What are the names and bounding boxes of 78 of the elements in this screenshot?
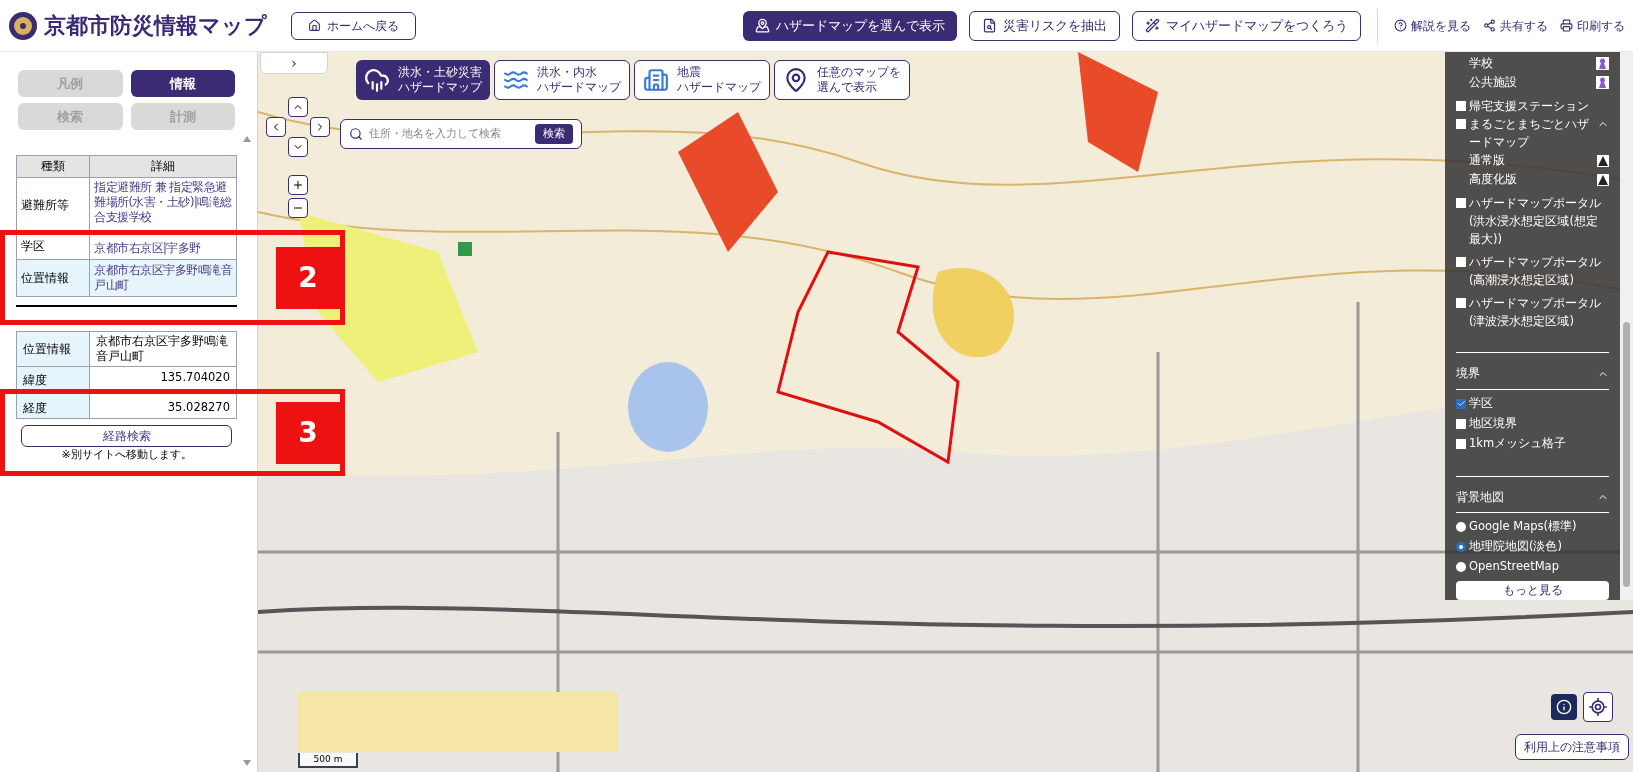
layer-checkbox[interactable]: ハザードマップポータル(高潮浸水想定区域) [1456, 253, 1609, 290]
building-icon [643, 67, 669, 93]
warning-icon [1597, 154, 1609, 167]
scroll-down-icon [243, 760, 251, 766]
pan-down-button[interactable] [288, 137, 308, 157]
plus-icon [292, 179, 304, 191]
header-link[interactable]: 共有する [1483, 16, 1548, 35]
route-search-button[interactable]: 経路検索 [21, 425, 232, 448]
help-icon [1394, 19, 1407, 32]
header-button[interactable]: マイハザードマップをつくろう [1132, 10, 1361, 41]
search-icon [349, 127, 363, 141]
more-button[interactable]: もっと見る [1456, 580, 1609, 600]
table-cell: 35.028270 [90, 394, 236, 419]
notice-button[interactable]: 利用上の注意事項 [1515, 734, 1629, 760]
header-link[interactable]: 解説を見る [1394, 16, 1471, 35]
panel-expand-tab[interactable]: › [260, 52, 328, 74]
home-button[interactable]: ホームへ戻る [291, 11, 416, 40]
legend-label: 高度化版 [1469, 171, 1517, 189]
boundary-checkbox[interactable]: 1kmメッシュ格子 [1456, 433, 1609, 454]
header-button[interactable]: ハザードマップを選んで表示 [743, 10, 957, 41]
document-search-icon [982, 18, 997, 33]
search-button[interactable]: 検索 [535, 124, 573, 144]
annotation-label: 3 [276, 401, 340, 464]
logo-icon [8, 10, 38, 41]
boundary-checkbox[interactable]: 学区 [1456, 393, 1609, 414]
zoom-out-button[interactable] [288, 198, 308, 218]
table-cell: 経度 [17, 394, 89, 419]
table-cell: 位置情報 [17, 260, 89, 297]
hazard-map-tab[interactable]: 洪水・土砂災害 ハザードマップ [356, 60, 490, 100]
pan-right-button[interactable] [310, 117, 330, 137]
figure-icon [1596, 57, 1609, 71]
table-header: 種類 [17, 156, 89, 178]
home-icon [308, 19, 321, 32]
wand-icon [1145, 18, 1160, 33]
header-button[interactable]: 災害リスクを抽出 [969, 10, 1120, 41]
legend-label: 公共施設 [1469, 74, 1517, 92]
figure-icon [1596, 76, 1609, 90]
hazard-map-tab[interactable]: 任意のマップを 選んで表示 [774, 60, 910, 100]
map-pin-icon [755, 18, 770, 33]
info-button[interactable] [1551, 694, 1577, 720]
layer-checkbox[interactable]: ハザードマップポータル(津波浸水想定区域) [1456, 294, 1609, 331]
print-icon [1560, 19, 1573, 32]
boundary-checkbox[interactable]: 地区境界 [1456, 413, 1609, 434]
annotation-label: 2 [276, 246, 340, 309]
header-link[interactable]: 印刷する [1560, 16, 1625, 35]
hazard-map-tab[interactable]: 地震 ハザードマップ [634, 60, 770, 100]
table-cell: 学区 [17, 234, 89, 260]
map-pin-icon [783, 67, 809, 93]
app-title: 京都市防災情報マップ [44, 12, 267, 40]
table-cell: 位置情報 [17, 332, 89, 367]
warning-icon [1597, 173, 1609, 186]
scroll-up-icon [243, 136, 251, 142]
legend-label: 学校 [1469, 54, 1493, 72]
table-header: 詳細 [90, 156, 236, 178]
share-icon [1483, 19, 1496, 32]
section-title: 境界 [1456, 365, 1480, 383]
zoom-in-button[interactable] [288, 175, 308, 195]
locate-icon [1588, 697, 1608, 717]
pan-up-button[interactable] [288, 97, 308, 117]
map-radio-option[interactable]: 地理院地図(淡色) [1456, 536, 1609, 557]
layer-checkbox[interactable]: まるごとまちごとハザードマップ [1456, 115, 1597, 152]
pan-left-button[interactable] [266, 117, 286, 137]
note-text: ※別サイトへ移動します。 [60, 447, 193, 464]
layer-checkbox[interactable]: 帰宅支援ステーション [1456, 97, 1609, 116]
table-cell: 京都市右京区宇多野鳴滝音戸山町 [90, 332, 236, 367]
map-radio-option[interactable]: OpenStreetMap [1456, 556, 1609, 577]
legend-label: 通常版 [1469, 152, 1505, 170]
sidebar-tab[interactable]: 情報 [130, 70, 235, 97]
check-icon [1456, 399, 1466, 409]
info-icon [1556, 699, 1572, 715]
table-link[interactable]: 京都市右京区|宇多野 [90, 234, 236, 260]
locate-button[interactable] [1583, 692, 1613, 722]
search-field[interactable]: 住所・地名を入力して検索 検索 [340, 119, 582, 149]
section-title: 背景地図 [1456, 488, 1504, 506]
hazard-map-tab[interactable]: 洪水・内水 ハザードマップ [494, 60, 630, 100]
layer-checkbox[interactable]: ハザードマップポータル(洪水浸水想定区域(想定最大)) [1456, 194, 1609, 249]
map-radio-option[interactable]: Google Maps(標準) [1456, 516, 1609, 537]
table-link[interactable]: 京都市右京区宇多野鳴滝音戸山町 [90, 260, 236, 297]
